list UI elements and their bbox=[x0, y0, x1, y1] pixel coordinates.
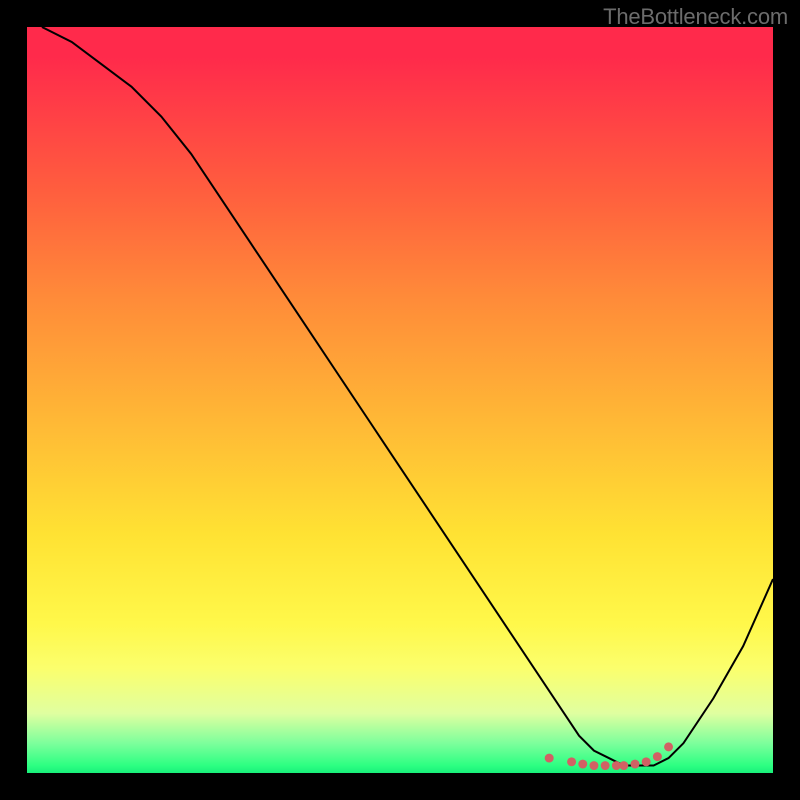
attribution-text: TheBottleneck.com bbox=[603, 4, 788, 30]
flat-region-dot bbox=[567, 757, 576, 766]
flat-region-dots-group bbox=[545, 742, 673, 770]
flat-region-dots-layer bbox=[27, 27, 773, 773]
flat-region-dot bbox=[589, 761, 598, 770]
flat-region-dot bbox=[631, 760, 640, 769]
flat-region-dot bbox=[642, 757, 651, 766]
flat-region-dot bbox=[653, 752, 662, 761]
flat-region-dot bbox=[545, 754, 554, 763]
flat-region-dot bbox=[619, 761, 628, 770]
flat-region-dot bbox=[664, 742, 673, 751]
chart-frame: TheBottleneck.com bbox=[0, 0, 800, 800]
flat-region-dot bbox=[601, 761, 610, 770]
flat-region-dot bbox=[578, 760, 587, 769]
plot-area bbox=[27, 27, 773, 773]
